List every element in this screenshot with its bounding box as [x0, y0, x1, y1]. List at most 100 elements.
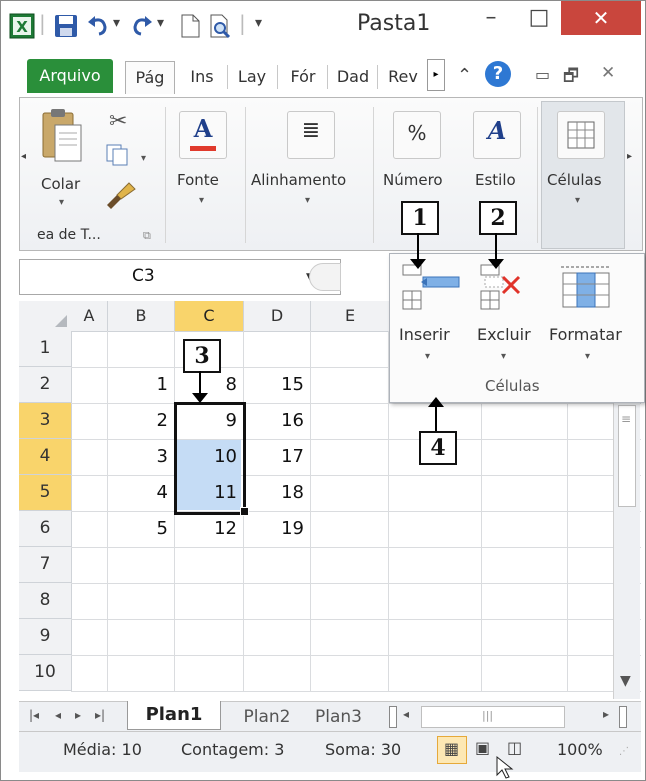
column-header-d[interactable]: D	[244, 301, 311, 332]
cell-d3[interactable]: 16	[244, 403, 310, 438]
column-header-c[interactable]: C	[175, 301, 244, 332]
row-header-10[interactable]: 10	[19, 655, 72, 691]
workbook-close-icon[interactable]: ✕	[601, 63, 615, 83]
zoom-level[interactable]: 100%	[557, 740, 603, 759]
normal-view-button[interactable]: ▦	[437, 736, 467, 764]
formula-expand-icon[interactable]	[309, 263, 341, 291]
workbook-minimize-icon[interactable]: ▭	[535, 65, 550, 84]
tabs-scroll-right-icon[interactable]: ▸	[427, 59, 445, 91]
cell-b3[interactable]: 2	[108, 403, 174, 438]
number-label[interactable]: Número	[383, 171, 443, 189]
hscroll-left-icon[interactable]: ◂	[403, 707, 409, 721]
format-dropdown-icon[interactable]: ▾	[585, 351, 590, 362]
row-header-9[interactable]: 9	[19, 619, 72, 655]
format-cells-icon[interactable]	[557, 263, 613, 311]
copy-dropdown-icon[interactable]: ▾	[141, 153, 146, 164]
sheet-tab-plan1[interactable]: Plan1	[127, 701, 221, 730]
tab-layout[interactable]: Lay	[233, 61, 271, 93]
clipboard-launcher-icon[interactable]: ⧉	[143, 229, 151, 243]
tab-split-handle[interactable]	[389, 706, 397, 728]
hscroll-split-handle[interactable]	[619, 706, 627, 728]
row-header-8[interactable]: 8	[19, 583, 72, 619]
hscroll-right-icon[interactable]: ▸	[603, 707, 609, 721]
maximize-button[interactable]: □	[519, 1, 559, 35]
font-label[interactable]: Fonte	[177, 171, 219, 189]
cells-dropdown-icon[interactable]: ▾	[575, 195, 580, 206]
customize-qa-icon[interactable]: ▾	[255, 15, 262, 31]
format-label[interactable]: Formatar	[549, 325, 622, 344]
undo-dropdown-icon[interactable]: ▾	[113, 15, 120, 31]
new-document-icon[interactable]	[177, 13, 203, 39]
page-layout-view-button[interactable]: ▣	[469, 736, 497, 762]
cell-d2[interactable]: 15	[244, 367, 310, 402]
last-sheet-icon[interactable]: ▸|	[95, 708, 105, 722]
cell-b5[interactable]: 4	[108, 475, 174, 510]
column-header-a[interactable]: A	[71, 301, 108, 332]
redo-dropdown-icon[interactable]: ▾	[157, 15, 164, 31]
vertical-scrollbar[interactable]: ≡ ▼	[613, 403, 640, 699]
alignment-dropdown-icon[interactable]: ▾	[305, 195, 310, 206]
row-header-7[interactable]: 7	[19, 547, 72, 583]
select-all-corner[interactable]	[19, 301, 72, 332]
cell-c6[interactable]: 12	[175, 511, 243, 546]
insert-dropdown-icon[interactable]: ▾	[425, 351, 430, 362]
fill-handle[interactable]	[240, 507, 249, 516]
sheet-tab-plan2[interactable]: Plan2	[227, 704, 307, 730]
sheet-tab-plan3[interactable]: Plan3	[315, 704, 381, 730]
number-button[interactable]: %	[393, 111, 441, 159]
tab-pagina-inicial[interactable]: Pág	[125, 61, 175, 94]
print-preview-icon[interactable]	[207, 13, 233, 39]
cell-b6[interactable]: 5	[108, 511, 174, 546]
style-label[interactable]: Estilo	[475, 171, 516, 189]
cells-button[interactable]	[557, 111, 605, 159]
format-painter-icon[interactable]	[105, 181, 137, 211]
alignment-button[interactable]: ≣	[287, 111, 335, 159]
delete-cells-icon[interactable]	[479, 263, 531, 311]
font-button[interactable]: A	[179, 111, 227, 159]
next-sheet-icon[interactable]: ▸	[75, 708, 81, 722]
paste-dropdown-icon[interactable]: ▾	[59, 197, 64, 208]
cell-d4[interactable]: 17	[244, 439, 310, 474]
paste-label[interactable]: Colar	[41, 175, 80, 193]
row-header-4[interactable]: 4	[19, 439, 72, 475]
resize-grip-icon[interactable]: ⋰	[619, 746, 629, 757]
cell-d6[interactable]: 19	[244, 511, 310, 546]
redo-icon[interactable]	[129, 13, 155, 39]
column-header-b[interactable]: B	[108, 301, 175, 332]
tab-revisao[interactable]: Rev	[383, 61, 423, 93]
cells-label[interactable]: Células	[547, 171, 602, 189]
vertical-scroll-thumb[interactable]: ≡	[618, 405, 636, 507]
cell-d5[interactable]: 18	[244, 475, 310, 510]
row-header-6[interactable]: 6	[19, 511, 72, 547]
first-sheet-icon[interactable]: |◂	[29, 708, 39, 722]
tab-dados[interactable]: Dad	[333, 61, 373, 93]
save-icon[interactable]	[53, 13, 79, 39]
horizontal-scroll-thumb[interactable]: |||	[421, 706, 565, 728]
help-icon[interactable]: ?	[485, 61, 511, 87]
font-dropdown-icon[interactable]: ▾	[199, 195, 204, 206]
row-header-5[interactable]: 5	[19, 475, 72, 511]
scroll-down-icon[interactable]: ▼	[620, 673, 631, 689]
ribbon-scroll-right-icon[interactable]: ▸	[627, 151, 632, 162]
tab-arquivo[interactable]: Arquivo	[27, 59, 113, 93]
ribbon-scroll-left-icon[interactable]: ◂	[21, 151, 26, 162]
name-box[interactable]: C3 ▼	[19, 259, 341, 295]
row-header-3[interactable]: 3	[19, 403, 72, 439]
undo-icon[interactable]	[85, 13, 111, 39]
column-header-e[interactable]: E	[311, 301, 390, 332]
prev-sheet-icon[interactable]: ◂	[55, 708, 61, 722]
cell-b2[interactable]: 1	[108, 367, 174, 402]
delete-dropdown-icon[interactable]: ▾	[501, 351, 506, 362]
tab-inserir[interactable]: Ins	[181, 61, 223, 93]
alignment-label[interactable]: Alinhamento	[251, 171, 346, 189]
close-button[interactable]: ✕	[561, 1, 641, 35]
delete-label[interactable]: Excluir	[477, 325, 531, 344]
minimize-ribbon-icon[interactable]: ⌃	[457, 65, 472, 86]
insert-label[interactable]: Inserir	[399, 325, 450, 344]
paste-icon[interactable]	[35, 107, 85, 165]
style-button[interactable]: A	[473, 111, 521, 159]
tab-formulas[interactable]: Fór	[283, 61, 323, 93]
cut-icon[interactable]: ✂	[109, 109, 127, 134]
row-header-1[interactable]: 1	[19, 331, 72, 367]
insert-cells-icon[interactable]	[401, 263, 461, 311]
